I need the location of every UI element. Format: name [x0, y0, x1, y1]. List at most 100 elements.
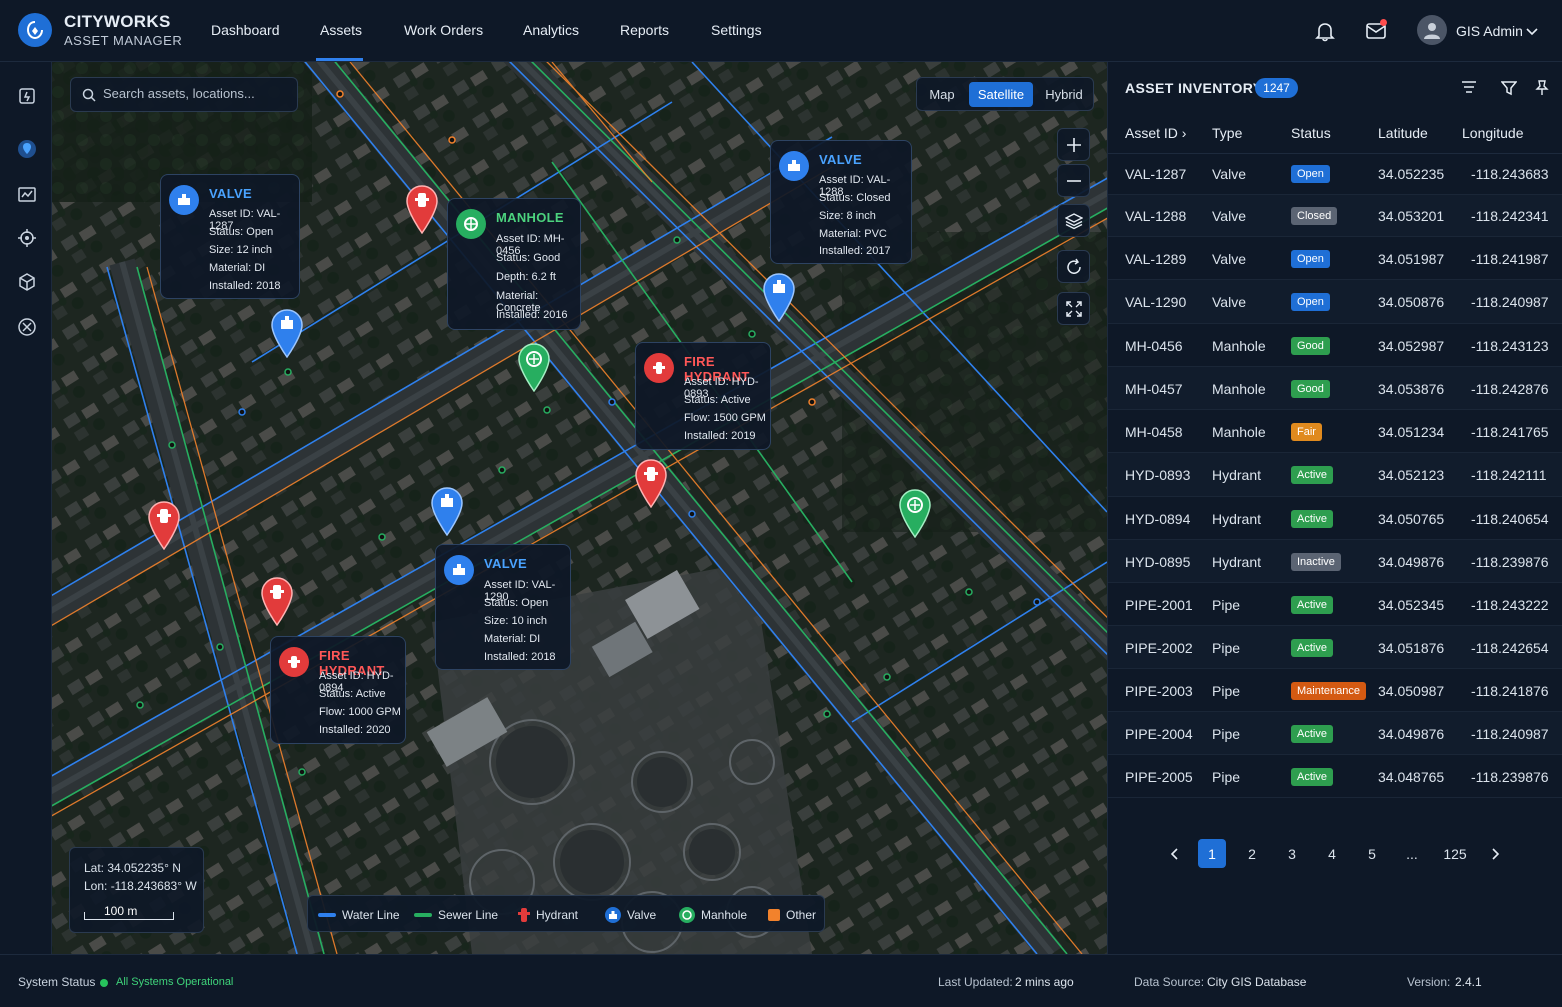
zoom-in-button[interactable]: [1057, 128, 1090, 161]
legend-manhole: Manhole: [679, 896, 747, 933]
table-row[interactable]: PIPE-2002 Pipe 34.051876 -118.242654 Active: [1108, 626, 1562, 669]
page-4[interactable]: 4: [1318, 839, 1346, 868]
manhole-pin-icon[interactable]: [897, 488, 933, 538]
asset-popup-hydrant[interactable]: FIRE HYDRANT Asset ID: HYD-0894 Status: …: [270, 636, 406, 744]
col-status[interactable]: Status: [1291, 125, 1331, 141]
nav-dashboard[interactable]: Dashboard: [211, 22, 280, 38]
map-type-satellite[interactable]: Satellite: [969, 82, 1033, 107]
sidebar-map-pin-icon[interactable]: [17, 139, 37, 159]
asset-popup-manhole[interactable]: MANHOLE Asset ID: MH-0456 Status: Good D…: [447, 198, 581, 330]
col-latitude[interactable]: Latitude: [1378, 125, 1428, 141]
table-row[interactable]: MH-0458 Manhole 34.051234 -118.241765 Fair: [1108, 410, 1562, 453]
cell-longitude: -118.240987: [1471, 294, 1549, 310]
nav-work-orders[interactable]: Work Orders: [404, 22, 483, 38]
valve-pin-icon[interactable]: [761, 272, 797, 322]
nav-assets[interactable]: Assets: [320, 22, 362, 38]
chevron-down-icon[interactable]: [1526, 24, 1538, 42]
cell-asset-id: VAL-1289: [1125, 251, 1187, 267]
asset-inventory-panel: ASSET INVENTORY 1247 Asset ID › Type Sta…: [1107, 62, 1562, 954]
map-type-map[interactable]: Map: [923, 82, 961, 107]
next-page-button[interactable]: [1481, 839, 1509, 868]
popup-line: Status: Open: [209, 226, 274, 238]
col-asset-id[interactable]: Asset ID ›: [1125, 125, 1186, 141]
map-canvas[interactable]: Map Satellite Hybrid VALVE Asset ID: VAL…: [52, 62, 1107, 954]
page-5[interactable]: 5: [1358, 839, 1386, 868]
sidebar-chart-icon[interactable]: [17, 184, 37, 204]
table-row[interactable]: PIPE-2003 Pipe 34.050987 -118.241876 Mainten…: [1108, 669, 1562, 712]
cell-type: Manhole: [1212, 338, 1266, 354]
manhole-icon: [679, 906, 695, 923]
page-2[interactable]: 2: [1238, 839, 1266, 868]
sidebar-layers-icon[interactable]: [17, 86, 37, 106]
table-row[interactable]: VAL-1288 Valve 34.053201 -118.242341 Closed: [1108, 195, 1562, 237]
hydrant-pin-icon[interactable]: [633, 458, 669, 508]
fullscreen-button[interactable]: [1057, 292, 1090, 325]
table-row[interactable]: PIPE-2001 Pipe 34.052345 -118.243222 Active: [1108, 583, 1562, 626]
valve-pin-icon[interactable]: [269, 308, 305, 358]
cell-type: Hydrant: [1212, 467, 1262, 483]
table-row[interactable]: HYD-0895 Hydrant 34.049876 -118.239876 Inact…: [1108, 540, 1562, 583]
hydrant-pin-icon[interactable]: [146, 500, 182, 550]
data-source-label: Data Source:: [1134, 975, 1205, 989]
avatar[interactable]: [1417, 15, 1447, 45]
sidebar-target-icon[interactable]: [17, 228, 37, 248]
refresh-button[interactable]: [1057, 250, 1090, 283]
table-row[interactable]: VAL-1287 Valve 34.052235 -118.243683 Open: [1108, 153, 1562, 195]
cell-longitude: -118.243123: [1471, 338, 1549, 354]
map-type-switcher: Map Satellite Hybrid: [916, 77, 1094, 111]
refresh-icon: [1066, 258, 1081, 274]
longitude-readout: Lon: -118.243683° W: [84, 879, 197, 893]
layers-button[interactable]: [1057, 204, 1090, 237]
popup-line: Installed: 2018: [209, 280, 281, 292]
asset-popup-hydrant[interactable]: FIRE HYDRANT Asset ID: HYD-0893 Status: …: [635, 342, 771, 450]
bell-icon[interactable]: [1314, 20, 1336, 47]
hydrant-pin-icon[interactable]: [259, 576, 295, 626]
legend-label: Hydrant: [536, 907, 579, 922]
sewer-line-swatch-icon: [414, 912, 432, 917]
col-type[interactable]: Type: [1212, 125, 1242, 141]
valve-pin-icon[interactable]: [429, 486, 465, 536]
prev-page-button[interactable]: [1161, 839, 1189, 868]
cell-longitude: -118.243683: [1471, 166, 1549, 182]
pin-icon[interactable]: [1535, 80, 1549, 96]
zoom-out-button[interactable]: [1057, 164, 1090, 197]
asset-popup-valve[interactable]: VALVE Asset ID: VAL-1290 Status: Open Si…: [435, 544, 571, 670]
page-ellipsis: ...: [1406, 845, 1418, 862]
chevron-left-icon: [1170, 847, 1178, 860]
map-legend: Water Line Sewer Line Hydrant Valve Manh…: [307, 895, 825, 932]
table-row[interactable]: PIPE-2005 Pipe 34.048765 -118.239876 Active: [1108, 755, 1562, 798]
status-badge: Good: [1291, 337, 1330, 355]
page-3[interactable]: 3: [1278, 839, 1306, 868]
nav-reports[interactable]: Reports: [620, 22, 669, 38]
table-row[interactable]: HYD-0894 Hydrant 34.050765 -118.240654 Activ…: [1108, 497, 1562, 540]
table-row[interactable]: VAL-1290 Valve 34.050876 -118.240987 Open: [1108, 280, 1562, 324]
app-logo-icon[interactable]: [18, 13, 52, 47]
table-row[interactable]: PIPE-2004 Pipe 34.049876 -118.240987 Active: [1108, 712, 1562, 755]
search-input[interactable]: [103, 86, 291, 101]
cell-latitude: 34.050876: [1378, 294, 1445, 310]
sidebar-tools-icon[interactable]: [17, 317, 37, 337]
filter-icon[interactable]: [1501, 80, 1517, 96]
col-longitude[interactable]: Longitude: [1462, 125, 1524, 141]
user-name[interactable]: GIS Admin: [1456, 23, 1523, 39]
sidebar-cube-icon[interactable]: [17, 272, 37, 292]
table-row[interactable]: VAL-1289 Valve 34.051987 -118.241987 Open: [1108, 237, 1562, 280]
cell-longitude: -118.242341: [1471, 208, 1549, 224]
nav-active-indicator: [316, 58, 363, 61]
manhole-pin-icon[interactable]: [516, 342, 552, 392]
page-125[interactable]: 125: [1438, 839, 1472, 868]
system-status-value: All Systems Operational: [116, 976, 234, 988]
asset-popup-valve[interactable]: VALVE Asset ID: VAL-1287 Status: Open Si…: [160, 174, 300, 299]
asset-popup-valve[interactable]: VALVE Asset ID: VAL-1288 Status: Closed …: [770, 140, 912, 264]
map-type-hybrid[interactable]: Hybrid: [1039, 82, 1089, 107]
table-row[interactable]: MH-0456 Manhole 34.052987 -118.243123 Good: [1108, 324, 1562, 367]
cell-longitude: -118.239876: [1471, 554, 1549, 570]
table-row[interactable]: MH-0457 Manhole 34.053876 -118.242876 Good: [1108, 367, 1562, 410]
table-row[interactable]: HYD-0893 Hydrant 34.052123 -118.242111 Activ…: [1108, 453, 1562, 497]
nav-analytics[interactable]: Analytics: [523, 22, 579, 38]
nav-settings[interactable]: Settings: [711, 22, 762, 38]
sort-icon[interactable]: [1461, 80, 1477, 94]
page-1[interactable]: 1: [1198, 839, 1226, 868]
popup-line: Status: Active: [319, 688, 386, 700]
hydrant-pin-icon[interactable]: [404, 184, 440, 234]
